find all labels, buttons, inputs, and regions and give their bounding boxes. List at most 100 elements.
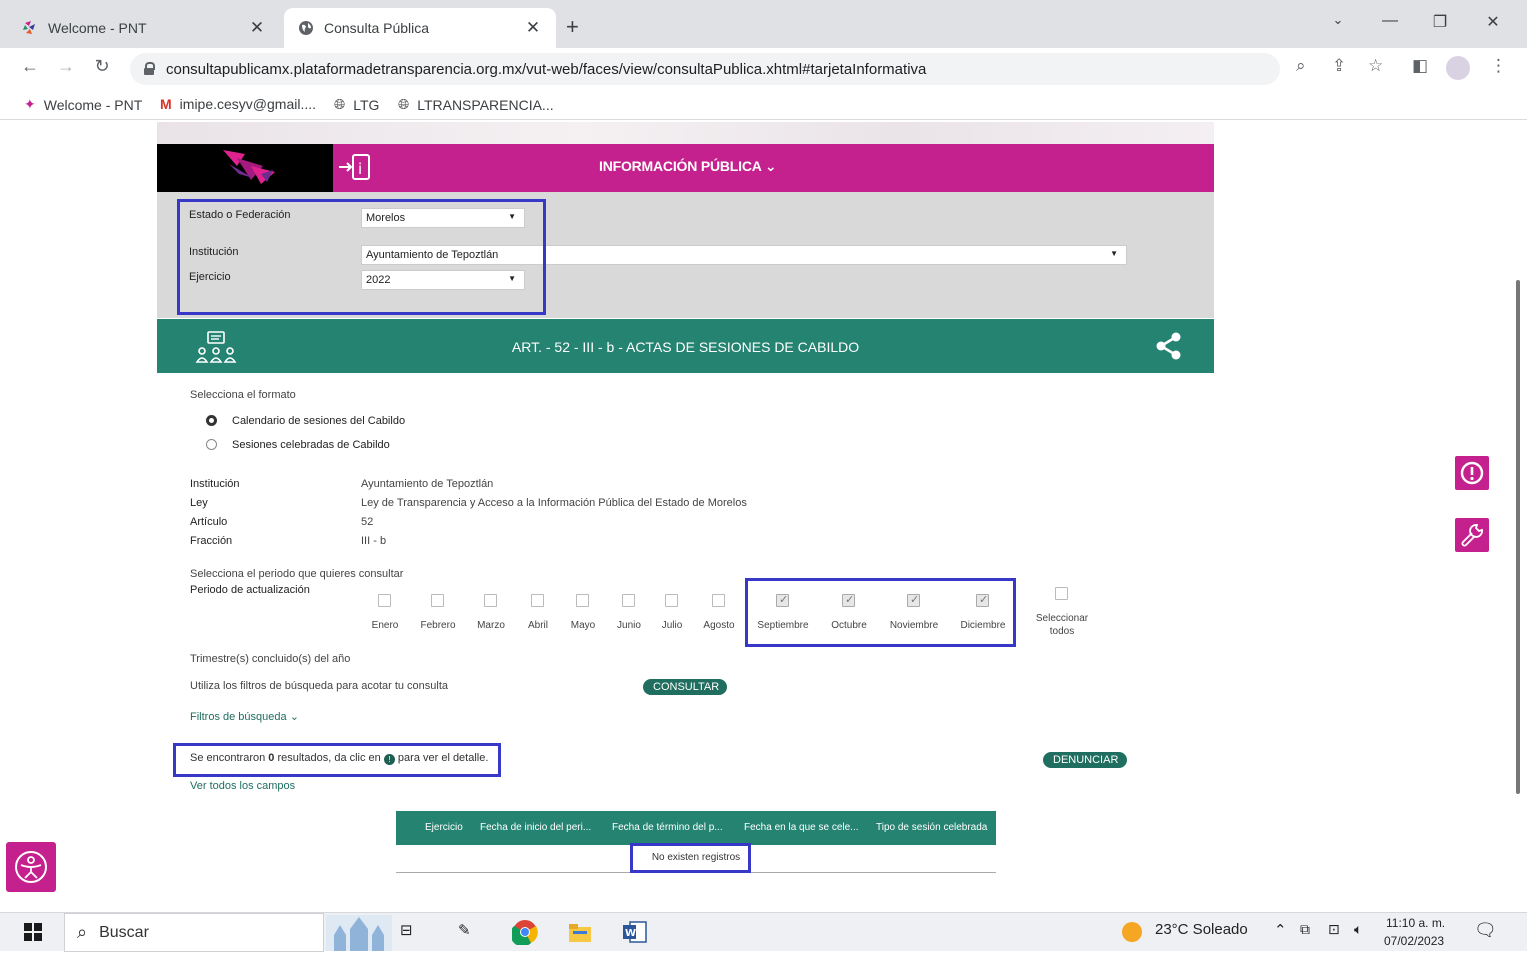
denunciar-button[interactable]: DENUNCIAR bbox=[1043, 752, 1127, 768]
minimize-icon[interactable]: — bbox=[1375, 12, 1405, 30]
accessibility-icon bbox=[15, 851, 47, 883]
filtros-busqueda-link[interactable]: Filtros de búsqueda ⌄ bbox=[190, 710, 299, 723]
search-icon: ⌕ bbox=[77, 922, 88, 942]
bookmarks-bar: ✦ Welcome - PNT M imipe.cesyv@gmail.... … bbox=[0, 90, 1527, 120]
paint-app-icon[interactable]: ✎ bbox=[458, 921, 471, 939]
bookmark-ltg[interactable]: 🌐︎ LTG bbox=[334, 96, 379, 113]
info-label: Artículo bbox=[190, 516, 228, 528]
close-tab-icon[interactable]: ✕ bbox=[524, 18, 542, 38]
clock-date[interactable]: 07/02/2023 bbox=[1384, 934, 1444, 948]
login-exit-icon[interactable]: i bbox=[337, 152, 371, 182]
month-checkbox-julio[interactable] bbox=[665, 594, 678, 607]
format-prompt: Selecciona el formato bbox=[190, 389, 296, 401]
format-option-label[interactable]: Sesiones celebradas de Cabildo bbox=[232, 439, 390, 451]
column-header[interactable]: Fecha de inicio del peri... bbox=[480, 822, 591, 833]
sun-weather-icon bbox=[1122, 922, 1142, 942]
page-scrollbar[interactable] bbox=[1516, 280, 1520, 794]
menu-label: INFORMACIÓN PÚBLICA bbox=[599, 158, 762, 174]
column-header[interactable]: Tipo de sesión celebrada bbox=[876, 822, 987, 833]
tab-consulta-publica[interactable]: Consulta Pública ✕ bbox=[284, 8, 556, 48]
taskbar-search[interactable]: ⌕ Buscar bbox=[64, 913, 324, 952]
bookmark-label: imipe.cesyv@gmail.... bbox=[179, 96, 317, 112]
month-checkbox-agosto[interactable] bbox=[712, 594, 725, 607]
month-checkbox-junio[interactable] bbox=[622, 594, 635, 607]
close-tab-icon[interactable]: ✕ bbox=[248, 18, 266, 38]
site-header: i INFORMACIÓN PÚBLICA ⌄ bbox=[157, 144, 1214, 192]
trimestre-text: Trimestre(s) concluido(s) del año bbox=[190, 653, 351, 665]
meet-icon[interactable]: ⧉ bbox=[1300, 921, 1310, 938]
file-explorer-icon[interactable] bbox=[568, 921, 592, 947]
info-label: Institución bbox=[190, 478, 240, 490]
highlight-results-box bbox=[173, 743, 501, 777]
results-table-header: Ejercicio Fecha de inicio del peri... Fe… bbox=[396, 811, 996, 845]
clock-time[interactable]: 11:10 a. m. bbox=[1386, 916, 1445, 930]
windows-taskbar: ⌕ Buscar ⊟ ✎ W 23°C Soleado ⌃ ⧉ ⊡ 🔈︎ 11:… bbox=[0, 912, 1527, 952]
month-checkbox-enero[interactable] bbox=[378, 594, 391, 607]
bookmark-label: LTG bbox=[353, 96, 380, 113]
windows-start-icon[interactable] bbox=[24, 923, 42, 945]
info-label: Fracción bbox=[190, 535, 233, 547]
forward-arrow-icon[interactable]: → bbox=[54, 56, 78, 77]
period-label: Periodo de actualización bbox=[190, 584, 310, 596]
informacion-publica-menu[interactable]: INFORMACIÓN PÚBLICA ⌄ bbox=[599, 158, 777, 175]
bookmark-gmail[interactable]: M imipe.cesyv@gmail.... bbox=[160, 96, 316, 112]
bookmark-star-icon[interactable]: ☆ bbox=[1368, 56, 1383, 76]
column-header[interactable]: Ejercicio bbox=[425, 822, 463, 833]
bookmark-welcome-pnt[interactable]: ✦ Welcome - PNT bbox=[24, 96, 142, 113]
task-view-icon[interactable]: ⊟ bbox=[400, 921, 413, 939]
globe-icon bbox=[298, 20, 314, 36]
ver-todos-link[interactable]: Ver todos los campos bbox=[190, 780, 295, 792]
castle-banner-icon bbox=[326, 915, 392, 955]
month-checkbox-abril[interactable] bbox=[531, 594, 544, 607]
side-panel-icon[interactable]: ◧ bbox=[1412, 56, 1428, 76]
bookmark-ltransparencia[interactable]: 🌐︎ LTRANSPARENCIA... bbox=[398, 96, 554, 113]
weather-text[interactable]: 23°C Soleado bbox=[1155, 921, 1248, 938]
volume-muted-icon[interactable]: 🔈︎ bbox=[1354, 921, 1362, 938]
highlight-filters-box bbox=[177, 199, 546, 315]
back-arrow-icon[interactable]: ← bbox=[18, 56, 42, 77]
month-checkbox-mayo[interactable] bbox=[576, 594, 589, 607]
pnt-favicon-icon bbox=[22, 20, 38, 36]
info-value: Ley de Transparencia y Acceso a la Infor… bbox=[361, 497, 747, 509]
bookmark-label: LTRANSPARENCIA... bbox=[417, 96, 554, 113]
profile-avatar[interactable] bbox=[1446, 56, 1470, 80]
kebab-menu-icon[interactable]: ⋮ bbox=[1490, 56, 1507, 76]
address-bar[interactable]: consultapublicamx.plataformadetransparen… bbox=[130, 53, 1280, 85]
tab-search-chevron-icon[interactable]: ⌄ bbox=[1323, 12, 1353, 28]
format-option-label[interactable]: Calendario de sesiones del Cabildo bbox=[232, 415, 405, 427]
tray-chevron-up-icon[interactable]: ⌃ bbox=[1274, 921, 1287, 939]
bookmark-label: Welcome - PNT bbox=[43, 96, 143, 113]
period-prompt: Selecciona el periodo que quieres consul… bbox=[190, 568, 404, 580]
window-close-icon[interactable]: ✕ bbox=[1478, 12, 1508, 32]
highlight-months-box bbox=[745, 578, 1016, 647]
pnt-logo[interactable] bbox=[157, 144, 333, 192]
share-icon[interactable] bbox=[1155, 331, 1183, 361]
column-header[interactable]: Fecha en la que se cele... bbox=[744, 822, 859, 833]
month-checkbox-febrero[interactable] bbox=[431, 594, 444, 607]
globe-icon: 🌐︎ bbox=[398, 96, 410, 112]
select-all-checkbox[interactable] bbox=[1055, 587, 1068, 600]
chrome-app-icon[interactable] bbox=[510, 919, 538, 949]
section-title: ART. - 52 - III - b - ACTAS DE SESIONES … bbox=[511, 339, 860, 355]
network-icon[interactable]: ⊡ bbox=[1328, 921, 1340, 938]
new-tab-plus-icon[interactable]: + bbox=[566, 14, 579, 40]
zoom-icon[interactable]: ⌕ bbox=[1296, 56, 1306, 76]
column-header[interactable]: Fecha de término del p... bbox=[612, 822, 723, 833]
radio-sesiones-celebradas[interactable] bbox=[206, 439, 217, 450]
consultar-button[interactable]: CONSULTAR bbox=[643, 679, 727, 695]
pnt-favicon-icon: ✦ bbox=[24, 96, 36, 112]
accessibility-button[interactable] bbox=[6, 842, 56, 892]
notifications-icon[interactable]: 🗨︎ bbox=[1474, 920, 1497, 941]
search-hint: Utiliza los filtros de búsqueda para aco… bbox=[190, 680, 449, 692]
filtros-label: Filtros de búsqueda bbox=[190, 711, 287, 723]
lock-icon bbox=[144, 62, 155, 75]
radio-calendario[interactable] bbox=[206, 415, 217, 426]
report-alert-button[interactable] bbox=[1455, 456, 1489, 490]
month-checkbox-marzo[interactable] bbox=[484, 594, 497, 607]
reload-icon[interactable]: ↻ bbox=[90, 56, 114, 77]
tab-welcome-pnt[interactable]: Welcome - PNT ✕ bbox=[8, 8, 280, 48]
restore-icon[interactable]: ❐ bbox=[1425, 12, 1455, 32]
tools-button[interactable] bbox=[1455, 518, 1489, 552]
share-page-icon[interactable]: ⇪ bbox=[1332, 56, 1346, 76]
word-app-icon[interactable]: W bbox=[622, 920, 648, 948]
